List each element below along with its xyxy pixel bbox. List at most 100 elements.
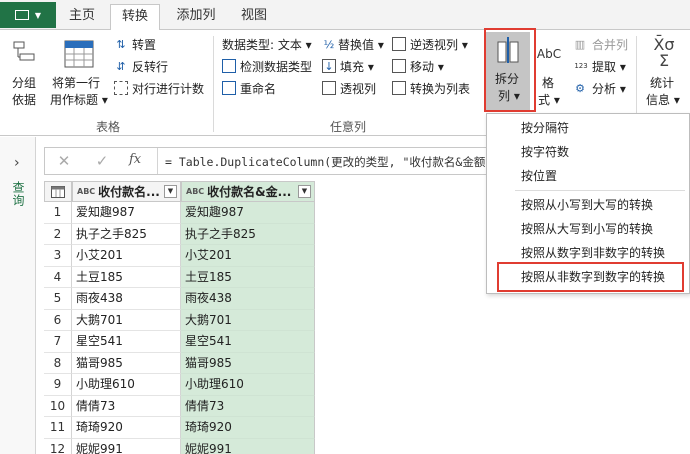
table-cell[interactable]: 琦琦920 xyxy=(181,417,315,439)
move-button[interactable]: 移动 ▾ xyxy=(410,58,444,75)
column-filter-dropdown-icon[interactable]: ▼ xyxy=(298,185,311,198)
table-cell[interactable]: 倩倩73 xyxy=(72,395,181,417)
table-cell[interactable]: 星空541 xyxy=(72,331,181,353)
merge-columns-button[interactable]: 合并列 xyxy=(592,36,628,53)
table-row[interactable]: 11 琦琦920 琦琦920 xyxy=(44,417,315,439)
formula-confirm-icon[interactable]: ✓ xyxy=(91,151,113,171)
table-row[interactable]: 7 星空541 星空541 xyxy=(44,331,315,353)
table-cell[interactable]: 琦琦920 xyxy=(72,417,181,439)
file-menu-button[interactable]: ▼ xyxy=(0,2,56,28)
format-button[interactable]: AbC 格 式 ▾ xyxy=(532,36,566,110)
table-row[interactable]: 12 妮妮991 妮妮991 xyxy=(44,438,315,454)
table-cell[interactable]: 雨夜438 xyxy=(181,288,315,310)
table-cell[interactable]: 猫哥985 xyxy=(72,352,181,374)
queries-pane: › 查询 xyxy=(0,137,36,454)
tab-view[interactable]: 视图 xyxy=(232,4,276,30)
tab-home[interactable]: 主页 xyxy=(60,4,104,30)
use-first-row-button[interactable]: 将第一行 用作标题 ▾ xyxy=(48,36,110,110)
text-type-icon[interactable]: ABC xyxy=(77,187,95,196)
table-cell[interactable]: 星空541 xyxy=(181,331,315,353)
fill-button[interactable]: 填充 ▾ xyxy=(340,58,374,75)
split-lower-to-upper-menu-item[interactable]: 按照从小写到大写的转换 xyxy=(487,193,690,217)
transpose-button[interactable]: 转置 xyxy=(132,36,156,53)
table-cell[interactable]: 土豆185 xyxy=(72,266,181,288)
table-row[interactable]: 9 小助理610 小助理610 xyxy=(44,374,315,396)
column-filter-dropdown-icon[interactable]: ▼ xyxy=(164,185,177,198)
table-cell[interactable]: 小艾201 xyxy=(72,245,181,267)
formula-cancel-icon[interactable]: ✕ xyxy=(53,151,75,171)
fill-down-icon: ↓ xyxy=(322,59,336,73)
table-icon xyxy=(51,185,65,198)
table-row[interactable]: 1 爱知趣987 爱知趣987 xyxy=(44,202,315,224)
table-cell[interactable]: 妮妮991 xyxy=(181,438,315,454)
count-rows-icon xyxy=(114,81,128,95)
pivot-column-icon xyxy=(322,81,336,95)
table-cell[interactable]: 土豆185 xyxy=(181,266,315,288)
split-column-highlight xyxy=(484,28,536,112)
table-group-label: 表格 xyxy=(96,120,121,134)
extract-button[interactable]: 提取 ▾ xyxy=(592,58,626,75)
table-cell[interactable]: 大鹅701 xyxy=(72,309,181,331)
rename-icon xyxy=(222,81,236,95)
table-cell[interactable]: 雨夜438 xyxy=(72,288,181,310)
table-cell[interactable]: 大鹅701 xyxy=(181,309,315,331)
table-cell[interactable]: 执子之手825 xyxy=(72,223,181,245)
split-by-char-count-menu-item[interactable]: 按字符数 xyxy=(487,140,690,164)
transpose-icon: ⇅ xyxy=(116,37,126,51)
row-number: 4 xyxy=(44,266,72,288)
table-cell[interactable]: 爱知趣987 xyxy=(72,202,181,224)
formula-input[interactable]: = Table.DuplicateColumn(更改的类型, "收付款名&金额" xyxy=(165,154,485,170)
convert-to-list-button[interactable]: 转换为列表 xyxy=(410,80,470,97)
fx-icon[interactable]: fx xyxy=(129,152,141,167)
table-row[interactable]: 6 大鹅701 大鹅701 xyxy=(44,309,315,331)
parse-button[interactable]: 分析 ▾ xyxy=(592,80,626,97)
detect-type-icon xyxy=(222,59,236,73)
table-cell[interactable]: 小助理610 xyxy=(72,374,181,396)
text-type-icon[interactable]: ABC xyxy=(186,187,204,196)
tab-add-column[interactable]: 添加列 xyxy=(166,4,226,30)
row-number: 12 xyxy=(44,438,72,454)
statistics-button[interactable]: X̄σ Σ 统计 信息 ▾ xyxy=(640,36,688,110)
row-number: 11 xyxy=(44,417,72,439)
table-cell[interactable]: 爱知趣987 xyxy=(181,202,315,224)
split-by-delimiter-menu-item[interactable]: 按分隔符 xyxy=(487,116,690,140)
queries-pane-label[interactable]: 查询 xyxy=(10,181,27,207)
table-row[interactable]: 4 土豆185 土豆185 xyxy=(44,266,315,288)
column-header-label: 收付款名&金... xyxy=(207,185,292,199)
table-cell[interactable]: 猫哥985 xyxy=(181,352,315,374)
table-cell[interactable]: 小助理610 xyxy=(181,374,315,396)
table-cell[interactable]: 倩倩73 xyxy=(181,395,315,417)
rename-button[interactable]: 重命名 xyxy=(240,80,276,97)
tab-transform[interactable]: 转换 xyxy=(110,4,160,31)
table-row[interactable]: 8 猫哥985 猫哥985 xyxy=(44,352,315,374)
table-row[interactable]: 10 倩倩73 倩倩73 xyxy=(44,395,315,417)
column-header[interactable]: ABC 收付款名... ▼ xyxy=(72,181,181,202)
split-by-position-menu-item[interactable]: 按位置 xyxy=(487,164,690,188)
merge-columns-icon: ▥ xyxy=(574,37,586,51)
table-row[interactable]: 2 执子之手825 执子之手825 xyxy=(44,223,315,245)
split-upper-to-lower-menu-item[interactable]: 按照从大写到小写的转换 xyxy=(487,217,690,241)
row-number: 10 xyxy=(44,395,72,417)
group-by-button[interactable]: 分组 依据 xyxy=(4,36,44,110)
table-row[interactable]: 5 雨夜438 雨夜438 xyxy=(44,288,315,310)
reverse-rows-button[interactable]: 反转行 xyxy=(132,58,168,75)
data-type-dropdown[interactable]: 数据类型: 文本 ▾ xyxy=(222,36,312,53)
replace-values-button[interactable]: 替换值 ▾ xyxy=(338,36,384,53)
column-header-selected[interactable]: ABC 收付款名&金... ▼ xyxy=(181,181,315,202)
table-cell[interactable]: 执子之手825 xyxy=(181,223,315,245)
row-number: 9 xyxy=(44,374,72,396)
use-first-row-label-1: 将第一行 xyxy=(52,76,101,90)
table-cell[interactable]: 小艾201 xyxy=(181,245,315,267)
table-cell[interactable]: 妮妮991 xyxy=(72,438,181,454)
expand-queries-chevron-icon[interactable]: › xyxy=(14,155,20,171)
detect-data-type-button[interactable]: 检测数据类型 xyxy=(240,58,312,75)
unpivot-columns-button[interactable]: 逆透视列 ▾ xyxy=(410,36,468,53)
group-by-label-1: 分组 xyxy=(12,76,37,90)
count-rows-button[interactable]: 对行进行计数 xyxy=(132,80,204,97)
parse-icon: ⚙ xyxy=(575,81,585,95)
formula-separator xyxy=(157,148,158,174)
pivot-column-button[interactable]: 透视列 xyxy=(340,80,376,97)
select-all-table-icon[interactable] xyxy=(44,181,72,202)
replace-values-icon: ½ xyxy=(323,37,335,51)
table-row[interactable]: 3 小艾201 小艾201 xyxy=(44,245,315,267)
